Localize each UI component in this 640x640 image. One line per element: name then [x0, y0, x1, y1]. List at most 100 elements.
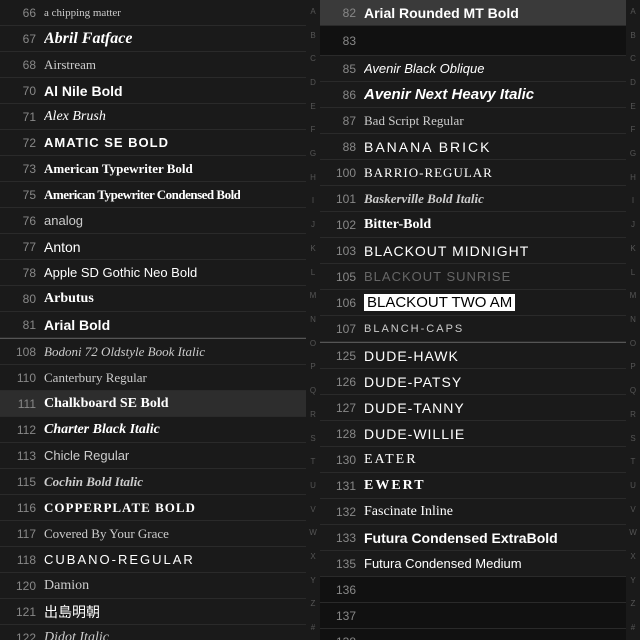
- left-alpha-sidebar[interactable]: A B C D E F G H I J K L M N O P Q R S T U V W X Y Z #: [306, 0, 320, 640]
- alpha-letter[interactable]: F: [311, 126, 316, 134]
- alpha-letter[interactable]: J: [631, 221, 635, 229]
- list-item[interactable]: 77Anton: [0, 234, 320, 260]
- list-item[interactable]: 136: [320, 577, 640, 603]
- alpha-letter[interactable]: N: [310, 316, 316, 324]
- alpha-letter[interactable]: E: [630, 103, 635, 111]
- list-item[interactable]: 86Avenir Next Heavy Italic: [320, 82, 640, 108]
- alpha-letter[interactable]: P: [310, 363, 315, 371]
- list-item[interactable]: 132Fascinate Inline: [320, 499, 640, 525]
- list-item[interactable]: 78Apple SD Gothic Neo Bold: [0, 260, 320, 286]
- list-item[interactable]: 81Arial Bold: [0, 312, 320, 338]
- list-item[interactable]: 115Cochin Bold Italic: [0, 469, 320, 495]
- list-item[interactable]: 70Al Nile Bold: [0, 78, 320, 104]
- list-item[interactable]: 83: [320, 26, 640, 56]
- list-item[interactable]: 88BANANA BRICK: [320, 134, 640, 160]
- alpha-letter[interactable]: M: [630, 292, 637, 300]
- list-item[interactable]: 121出島明朝: [0, 599, 320, 625]
- alpha-letter[interactable]: V: [630, 506, 635, 514]
- list-item[interactable]: 125DUDE-HAWK: [320, 343, 640, 369]
- list-item[interactable]: 106BLACKOUT TWO AM: [320, 290, 640, 316]
- alpha-letter[interactable]: #: [311, 624, 315, 632]
- alpha-letter[interactable]: I: [312, 197, 314, 205]
- alpha-letter[interactable]: P: [630, 363, 635, 371]
- alpha-letter[interactable]: W: [629, 529, 637, 537]
- list-item[interactable]: 108Bodoni 72 Oldstyle Book Italic: [0, 339, 320, 365]
- alpha-letter[interactable]: N: [630, 316, 636, 324]
- alpha-letter[interactable]: E: [310, 103, 315, 111]
- list-item[interactable]: 72AMATIC SE BOLD: [0, 130, 320, 156]
- list-item[interactable]: 133Futura Condensed ExtraBold: [320, 525, 640, 551]
- alpha-letter[interactable]: T: [311, 458, 316, 466]
- alpha-letter[interactable]: Z: [311, 600, 316, 608]
- list-item[interactable]: 111Chalkboard SE Bold: [0, 391, 320, 417]
- list-item[interactable]: 103BLACKOUT MIDNIGHT: [320, 238, 640, 264]
- list-item[interactable]: 112Charter Black Italic: [0, 417, 320, 443]
- alpha-letter[interactable]: Z: [631, 600, 636, 608]
- list-item[interactable]: 107BLANCH-CAPS: [320, 316, 640, 342]
- list-item[interactable]: 71Alex Brush: [0, 104, 320, 130]
- list-item[interactable]: 127DUDE-TANNY: [320, 395, 640, 421]
- alpha-letter[interactable]: O: [630, 340, 636, 348]
- alpha-letter[interactable]: #: [631, 624, 635, 632]
- alpha-letter[interactable]: B: [310, 32, 315, 40]
- alpha-letter[interactable]: S: [310, 435, 315, 443]
- list-item[interactable]: 130EATER: [320, 447, 640, 473]
- alpha-letter[interactable]: M: [310, 292, 317, 300]
- list-item[interactable]: 118CUBANO-REGULAR: [0, 547, 320, 573]
- list-item[interactable]: 73American Typewriter Bold: [0, 156, 320, 182]
- alpha-letter[interactable]: R: [310, 411, 316, 419]
- alpha-letter[interactable]: G: [310, 150, 316, 158]
- alpha-letter[interactable]: Y: [310, 577, 315, 585]
- alpha-letter[interactable]: X: [630, 553, 635, 561]
- alpha-letter[interactable]: X: [310, 553, 315, 561]
- list-item[interactable]: 116COPPERPLATE BOLD: [0, 495, 320, 521]
- list-item[interactable]: 113Chicle Regular: [0, 443, 320, 469]
- alpha-letter[interactable]: V: [310, 506, 315, 514]
- list-item[interactable]: 120Damion: [0, 573, 320, 599]
- list-item[interactable]: 126DUDE-PATSY: [320, 369, 640, 395]
- list-item[interactable]: 76analog: [0, 208, 320, 234]
- alpha-letter[interactable]: S: [630, 435, 635, 443]
- list-item[interactable]: 110Canterbury Regular: [0, 365, 320, 391]
- alpha-letter[interactable]: I: [632, 197, 634, 205]
- list-item[interactable]: 67Abril Fatface: [0, 26, 320, 52]
- alpha-letter[interactable]: L: [311, 269, 315, 277]
- list-item[interactable]: 138: [320, 629, 640, 640]
- list-item[interactable]: 100BARRIO-REGULAR: [320, 160, 640, 186]
- alpha-letter[interactable]: L: [631, 269, 635, 277]
- alpha-letter[interactable]: U: [630, 482, 636, 490]
- alpha-letter[interactable]: A: [630, 8, 635, 16]
- alpha-letter[interactable]: A: [310, 8, 315, 16]
- alpha-letter[interactable]: G: [630, 150, 636, 158]
- list-item[interactable]: 105BLACKOUT SUNRISE: [320, 264, 640, 290]
- alpha-letter[interactable]: K: [310, 245, 315, 253]
- alpha-letter[interactable]: W: [309, 529, 317, 537]
- alpha-letter[interactable]: J: [311, 221, 315, 229]
- list-item[interactable]: 80Arbutus: [0, 286, 320, 312]
- list-item[interactable]: 82Arial Rounded MT Bold: [320, 0, 640, 26]
- alpha-letter[interactable]: H: [310, 174, 316, 182]
- list-item[interactable]: 131EWERT: [320, 473, 640, 499]
- list-item[interactable]: 75American Typewriter Condensed Bold: [0, 182, 320, 208]
- list-item[interactable]: 68Airstream: [0, 52, 320, 78]
- alpha-letter[interactable]: K: [630, 245, 635, 253]
- list-item[interactable]: 135Futura Condensed Medium: [320, 551, 640, 577]
- list-item[interactable]: 85Avenir Black Oblique: [320, 56, 640, 82]
- list-item[interactable]: 137: [320, 603, 640, 629]
- list-item[interactable]: 122Didot Italic: [0, 625, 320, 640]
- alpha-letter[interactable]: U: [310, 482, 316, 490]
- alpha-letter[interactable]: R: [630, 411, 636, 419]
- alpha-letter[interactable]: D: [310, 79, 316, 87]
- alpha-letter[interactable]: Q: [630, 387, 636, 395]
- list-item[interactable]: 102Bitter-Bold: [320, 212, 640, 238]
- list-item[interactable]: 101Baskerville Bold Italic: [320, 186, 640, 212]
- alpha-letter[interactable]: C: [630, 55, 636, 63]
- alpha-letter[interactable]: B: [630, 32, 635, 40]
- alpha-letter[interactable]: Q: [310, 387, 316, 395]
- right-alpha-sidebar[interactable]: ABCDEFGHIJKLMNOPQRSTUVWXYZ#: [626, 0, 640, 640]
- alpha-letter[interactable]: Y: [630, 577, 635, 585]
- list-item[interactable]: 117Covered By Your Grace: [0, 521, 320, 547]
- alpha-letter[interactable]: T: [631, 458, 636, 466]
- alpha-letter[interactable]: C: [310, 55, 316, 63]
- alpha-letter[interactable]: O: [310, 340, 316, 348]
